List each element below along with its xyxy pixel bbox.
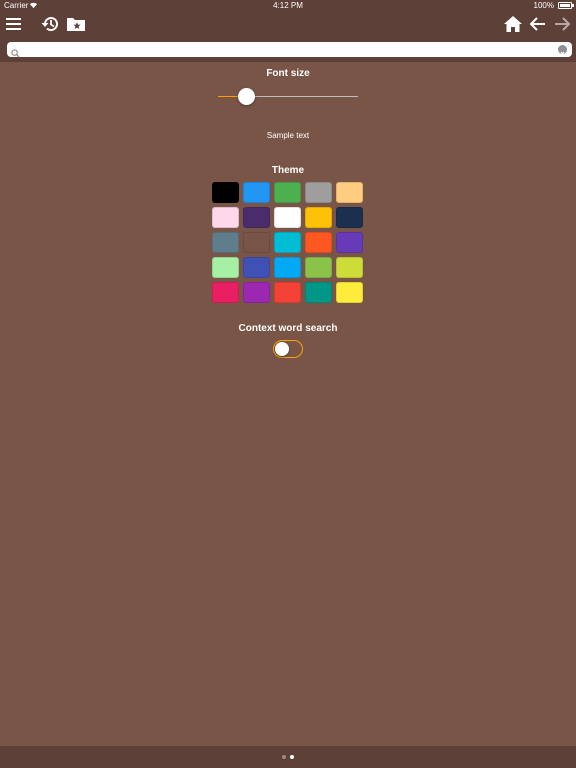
slider-thumb[interactable] [238,88,255,105]
theme-swatch[interactable] [212,232,239,253]
slider-track [241,96,358,97]
theme-swatch[interactable] [336,207,363,228]
theme-swatch[interactable] [305,282,332,303]
theme-swatch[interactable] [212,207,239,228]
clear-search-icon[interactable] [558,45,567,56]
back-arrow-icon[interactable] [528,14,548,34]
theme-swatch[interactable] [243,282,270,303]
theme-swatch[interactable] [305,232,332,253]
page-dot[interactable] [282,755,286,759]
theme-swatch[interactable] [305,207,332,228]
theme-swatch[interactable] [243,232,270,253]
bookmarks-folder-icon[interactable] [66,14,86,34]
theme-swatch[interactable] [274,182,301,203]
theme-swatch[interactable] [336,282,363,303]
forward-arrow-icon[interactable] [552,14,572,34]
context-search-toggle[interactable] [273,340,303,358]
font-size-slider[interactable] [218,87,358,107]
theme-color-grid [212,182,365,306]
theme-swatch[interactable] [305,182,332,203]
menu-icon[interactable] [5,14,25,34]
top-bar: Carrier 4:12 PM 100% [0,0,576,62]
toggle-knob [275,342,289,356]
font-size-heading: Font size [266,68,310,79]
sample-text: Sample text [266,131,310,140]
theme-swatch[interactable] [212,182,239,203]
status-bar: Carrier 4:12 PM 100% [0,0,576,12]
theme-swatch[interactable] [212,257,239,278]
bottom-bar [0,746,576,768]
theme-heading: Theme [271,165,305,176]
theme-swatch[interactable] [336,182,363,203]
status-time: 4:12 PM [273,1,303,10]
theme-swatch[interactable] [336,232,363,253]
theme-swatch[interactable] [212,282,239,303]
theme-swatch[interactable] [243,207,270,228]
theme-swatch[interactable] [274,207,301,228]
theme-swatch[interactable] [274,232,301,253]
search-input[interactable] [23,42,553,57]
search-bar [7,42,572,58]
theme-swatch[interactable] [243,182,270,203]
home-icon[interactable] [503,14,523,34]
search-icon [11,45,20,58]
battery-icon [558,2,574,9]
theme-swatch[interactable] [243,257,270,278]
history-icon[interactable] [40,14,60,34]
theme-swatch[interactable] [336,257,363,278]
theme-swatch[interactable] [274,282,301,303]
context-search-heading: Context word search [238,323,338,334]
theme-swatch[interactable] [305,257,332,278]
battery-percent: 100% [533,1,554,10]
page-dot-active[interactable] [290,755,294,759]
theme-swatch[interactable] [274,257,301,278]
